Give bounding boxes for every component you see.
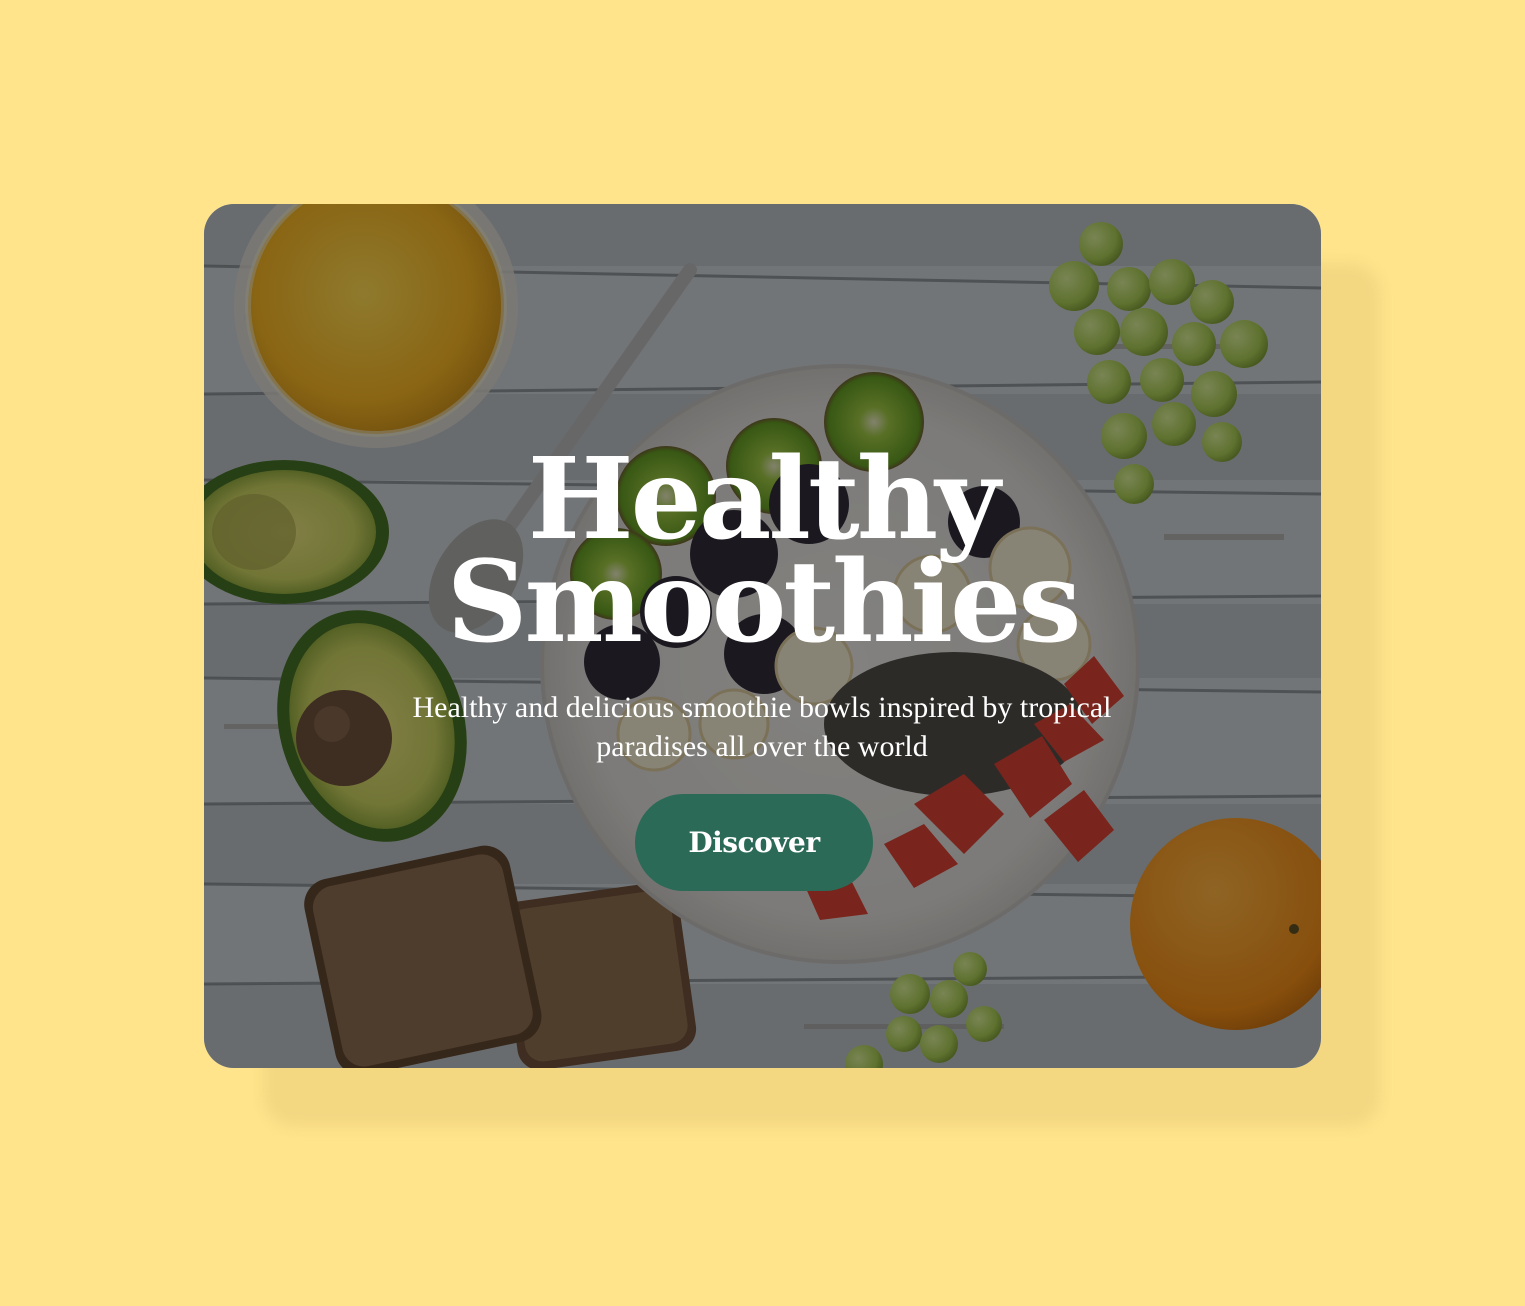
hero-title-line-2: Smoothies <box>446 537 1082 668</box>
discover-button[interactable]: Discover <box>635 794 873 891</box>
hero-subtitle: Healthy and delicious smoothie bowls ins… <box>412 691 1112 763</box>
hero-card: Healthy Smoothies Healthy and delicious … <box>204 204 1321 1068</box>
hero-content: Healthy Smoothies Healthy and delicious … <box>204 204 1321 1068</box>
